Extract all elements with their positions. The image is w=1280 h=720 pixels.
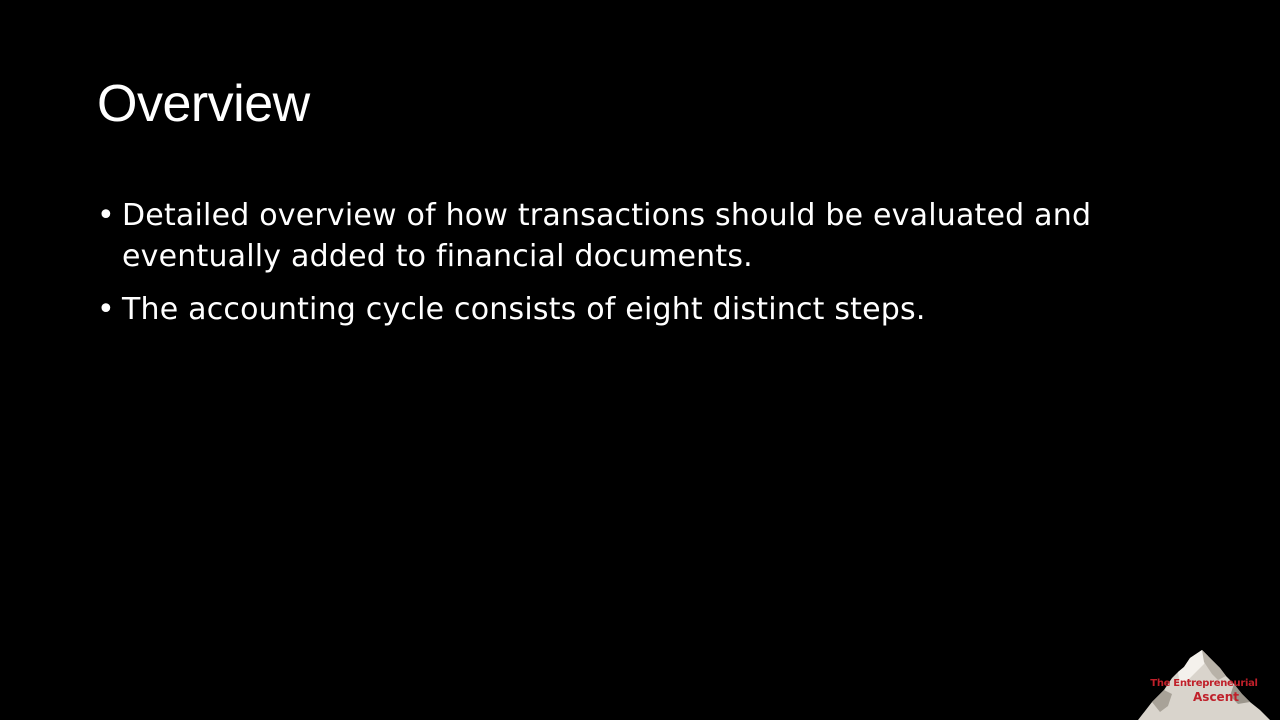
logo-text-line1: The Entrepreneurial	[1150, 678, 1258, 689]
bullet-item: • Detailed overview of how transactions …	[97, 195, 1177, 277]
slide-title: Overview	[97, 75, 310, 133]
slide: Overview • Detailed overview of how tran…	[0, 0, 1280, 720]
brand-logo: The Entrepreneurial Ascent	[1138, 650, 1270, 720]
bullet-text: The accounting cycle consists of eight d…	[122, 292, 926, 327]
logo-text-line2: Ascent	[1193, 690, 1239, 704]
bullet-text: Detailed overview of how transactions sh…	[122, 198, 1092, 274]
bullet-marker: •	[97, 292, 115, 327]
bullet-item: • The accounting cycle consists of eight…	[97, 289, 1177, 330]
bullet-list: • Detailed overview of how transactions …	[97, 195, 1177, 342]
bullet-marker: •	[97, 198, 115, 233]
